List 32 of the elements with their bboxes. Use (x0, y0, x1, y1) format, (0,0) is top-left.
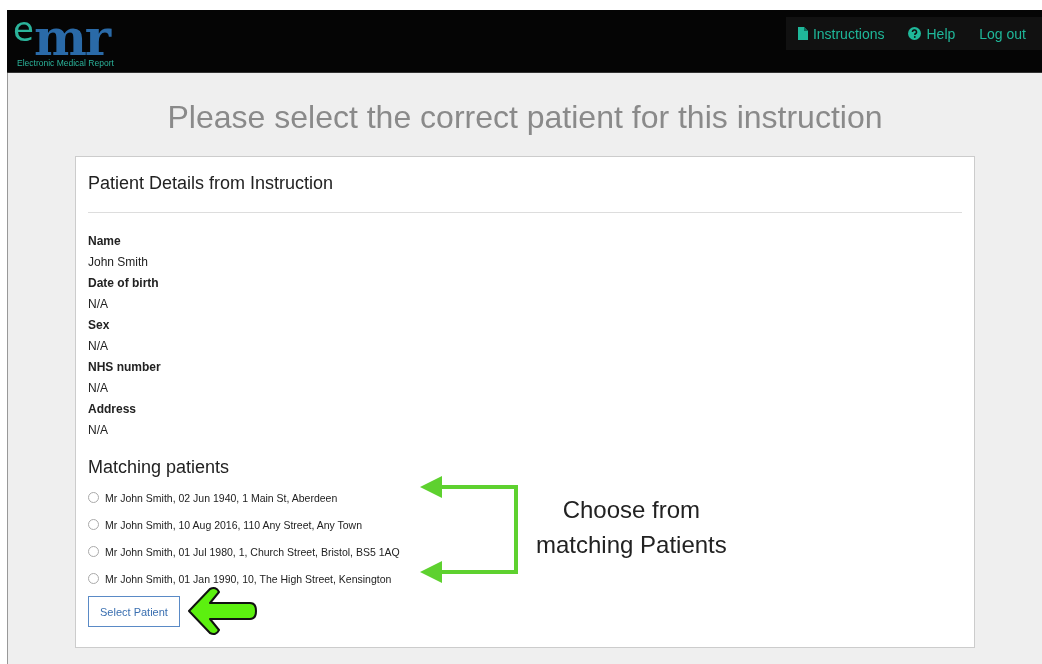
detail-value: N/A (88, 296, 109, 313)
detail-label: Address (88, 401, 138, 418)
detail-value: John Smith (88, 254, 150, 271)
detail-value: N/A (88, 380, 109, 397)
radio-button[interactable] (88, 519, 99, 530)
patient-option[interactable]: Mr John Smith, 02 Jun 1940, 1 Main St, Aberdeen (105, 491, 338, 504)
patient-option[interactable]: Mr John Smith, 01 Jul 1980, 1, Church Street, Bristol, BS5 1AQ (105, 545, 400, 558)
select-patient-button[interactable]: Select Patient (88, 596, 180, 627)
pointer-arrow (186, 586, 258, 636)
section-heading: Matching patients (88, 457, 231, 478)
nav-link[interactable]: Log out (979, 25, 1026, 42)
logo-letters: mr (33, 18, 110, 58)
patient-option[interactable]: Mr John Smith, 01 Jan 1990, 10, The High Street, Kensington (105, 572, 392, 585)
detail-label: NHS number (88, 359, 162, 376)
detail-value: N/A (88, 338, 109, 355)
detail-label: Sex (88, 317, 111, 334)
detail-value: N/A (88, 422, 109, 439)
document-icon (797, 27, 808, 40)
detail-label: Date of birth (88, 275, 160, 292)
patient-option[interactable]: Mr John Smith, 10 Aug 2016, 110 Any Street, Any Town (105, 518, 363, 531)
nav-link[interactable]: Instructions (797, 25, 885, 42)
logo-tagline: Electronic Medical Report (17, 58, 114, 68)
page-title: Please select the correct patient for this instruction (167, 99, 883, 136)
radio-button[interactable] (88, 573, 99, 584)
logo-letter: e (13, 14, 34, 44)
help-icon (908, 27, 922, 40)
radio-button[interactable] (88, 546, 99, 557)
card-heading: Patient Details from Instruction (88, 173, 962, 213)
annotation-text: Choose from matching Patients (536, 495, 727, 560)
radio-button[interactable] (88, 492, 99, 503)
nav-link[interactable]: Help (908, 25, 956, 42)
detail-label: Name (88, 233, 122, 250)
